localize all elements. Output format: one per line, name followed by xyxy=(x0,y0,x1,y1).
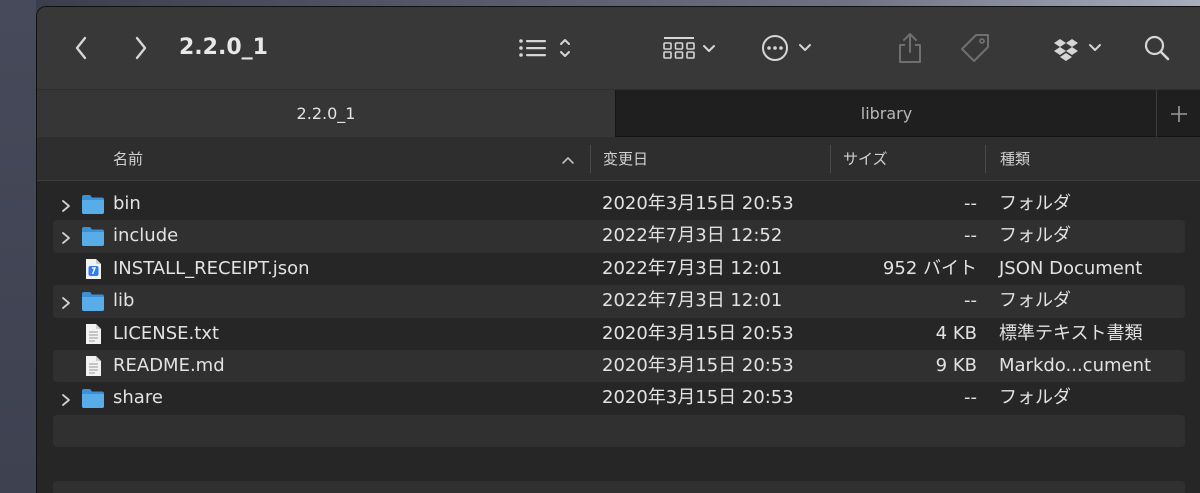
file-name: share xyxy=(113,387,163,409)
list-view-icon[interactable] xyxy=(515,33,577,63)
plus-icon[interactable] xyxy=(1156,90,1200,137)
json-file-icon xyxy=(81,258,105,280)
file-name: lib xyxy=(113,290,135,312)
group-grid-icon[interactable] xyxy=(659,31,721,65)
file-row[interactable]: include 2022年7月3日 12:52 -- フォルダ xyxy=(53,220,1185,253)
tab-2-2-0-1[interactable]: 2.2.0_1 xyxy=(37,90,616,137)
file-row[interactable]: INSTALL_RECEIPT.json 2022年7月3日 12:01 952 バ… xyxy=(53,253,1185,285)
file-modified-date: 2020年3月15日 20:53 xyxy=(602,193,794,214)
file-name: INSTALL_RECEIPT.json xyxy=(113,257,310,279)
sort-chevron-up-icon[interactable] xyxy=(561,152,575,171)
column-name[interactable]: 名前 xyxy=(113,137,143,181)
file-modified-date: 2020年3月15日 20:53 xyxy=(602,322,794,344)
file-modified-date: 2022年7月3日 12:01 xyxy=(602,290,783,312)
disclosure-chevron-icon[interactable] xyxy=(61,294,71,310)
folder-icon xyxy=(81,387,105,409)
file-name: README.md xyxy=(113,354,225,376)
file-name: LICENSE.txt xyxy=(113,322,220,344)
file-size: -- xyxy=(964,290,977,312)
folder-icon xyxy=(81,290,105,312)
file-modified-date: 2022年7月3日 12:52 xyxy=(602,225,783,247)
file-row[interactable]: README.md 2020年3月15日 20:53 9 KB Markdo...cu… xyxy=(53,349,1185,383)
file-kind: フォルダ xyxy=(999,387,1071,409)
column-divider[interactable] xyxy=(985,145,986,173)
finder-window: 2.2.0_1 2.2.0_1 library 名前 変更日 サイズ 種類 bi… xyxy=(36,6,1200,493)
file-kind: フォルダ xyxy=(999,225,1071,247)
file-size: -- xyxy=(964,225,977,247)
list-empty-row xyxy=(53,481,1185,493)
desktop-background-left xyxy=(0,0,36,493)
file-kind: Markdo...cument xyxy=(999,354,1152,376)
disclosure-chevron-icon[interactable] xyxy=(61,197,71,212)
folder-icon xyxy=(81,193,105,215)
file-modified-date: 2022年7月3日 12:01 xyxy=(602,257,783,279)
chevron-right-icon[interactable] xyxy=(127,31,155,65)
dropbox-icon[interactable] xyxy=(1051,31,1113,65)
column-header: 名前 変更日 サイズ 種類 xyxy=(37,137,1200,181)
file-size: 9 KB xyxy=(935,354,977,376)
file-modified-date: 2020年3月15日 20:53 xyxy=(602,387,794,409)
tag-icon[interactable] xyxy=(955,29,995,67)
file-row[interactable]: LICENSE.txt 2020年3月15日 20:53 4 KB 標準テキスト書類 xyxy=(53,318,1185,350)
file-kind: フォルダ xyxy=(999,193,1071,214)
disclosure-chevron-icon[interactable] xyxy=(61,391,71,407)
file-size: 952 バイト xyxy=(882,257,977,279)
file-name: include xyxy=(113,225,179,247)
file-list: bin 2020年3月15日 20:53 -- フォルダ include 2022年7月3… xyxy=(53,188,1185,448)
text-file-icon xyxy=(81,323,105,345)
file-kind: 標準テキスト書類 xyxy=(999,322,1143,344)
file-kind: フォルダ xyxy=(999,290,1071,312)
file-row[interactable]: lib 2022年7月3日 12:01 -- フォルダ xyxy=(53,285,1185,318)
column-divider[interactable] xyxy=(830,145,831,173)
column-size[interactable]: サイズ xyxy=(843,137,888,181)
chevron-left-icon[interactable] xyxy=(67,31,95,65)
file-row[interactable]: bin 2020年3月15日 20:53 -- フォルダ xyxy=(53,188,1185,220)
column-divider[interactable] xyxy=(590,145,591,173)
column-modified[interactable]: 変更日 xyxy=(603,137,648,181)
toolbar: 2.2.0_1 xyxy=(37,7,1200,89)
search-icon[interactable] xyxy=(1137,31,1177,65)
file-name: bin xyxy=(113,193,141,214)
share-icon[interactable] xyxy=(893,29,927,67)
window-title: 2.2.0_1 xyxy=(179,35,268,60)
tab-bar: 2.2.0_1 library xyxy=(37,89,1200,137)
file-size: 4 KB xyxy=(935,322,977,344)
ellipsis-circle-icon[interactable] xyxy=(757,31,819,65)
file-modified-date: 2020年3月15日 20:53 xyxy=(602,354,794,376)
tab-library[interactable]: library xyxy=(617,90,1156,137)
empty-row xyxy=(53,414,1185,448)
disclosure-chevron-icon[interactable] xyxy=(61,229,71,245)
file-row[interactable]: share 2020年3月15日 20:53 -- フォルダ xyxy=(53,382,1185,414)
file-size: -- xyxy=(964,387,977,409)
text-file-icon xyxy=(81,355,105,377)
file-size: -- xyxy=(964,193,977,214)
column-kind[interactable]: 種類 xyxy=(1000,137,1030,181)
folder-icon xyxy=(81,225,105,247)
file-kind: JSON Document xyxy=(999,257,1143,279)
